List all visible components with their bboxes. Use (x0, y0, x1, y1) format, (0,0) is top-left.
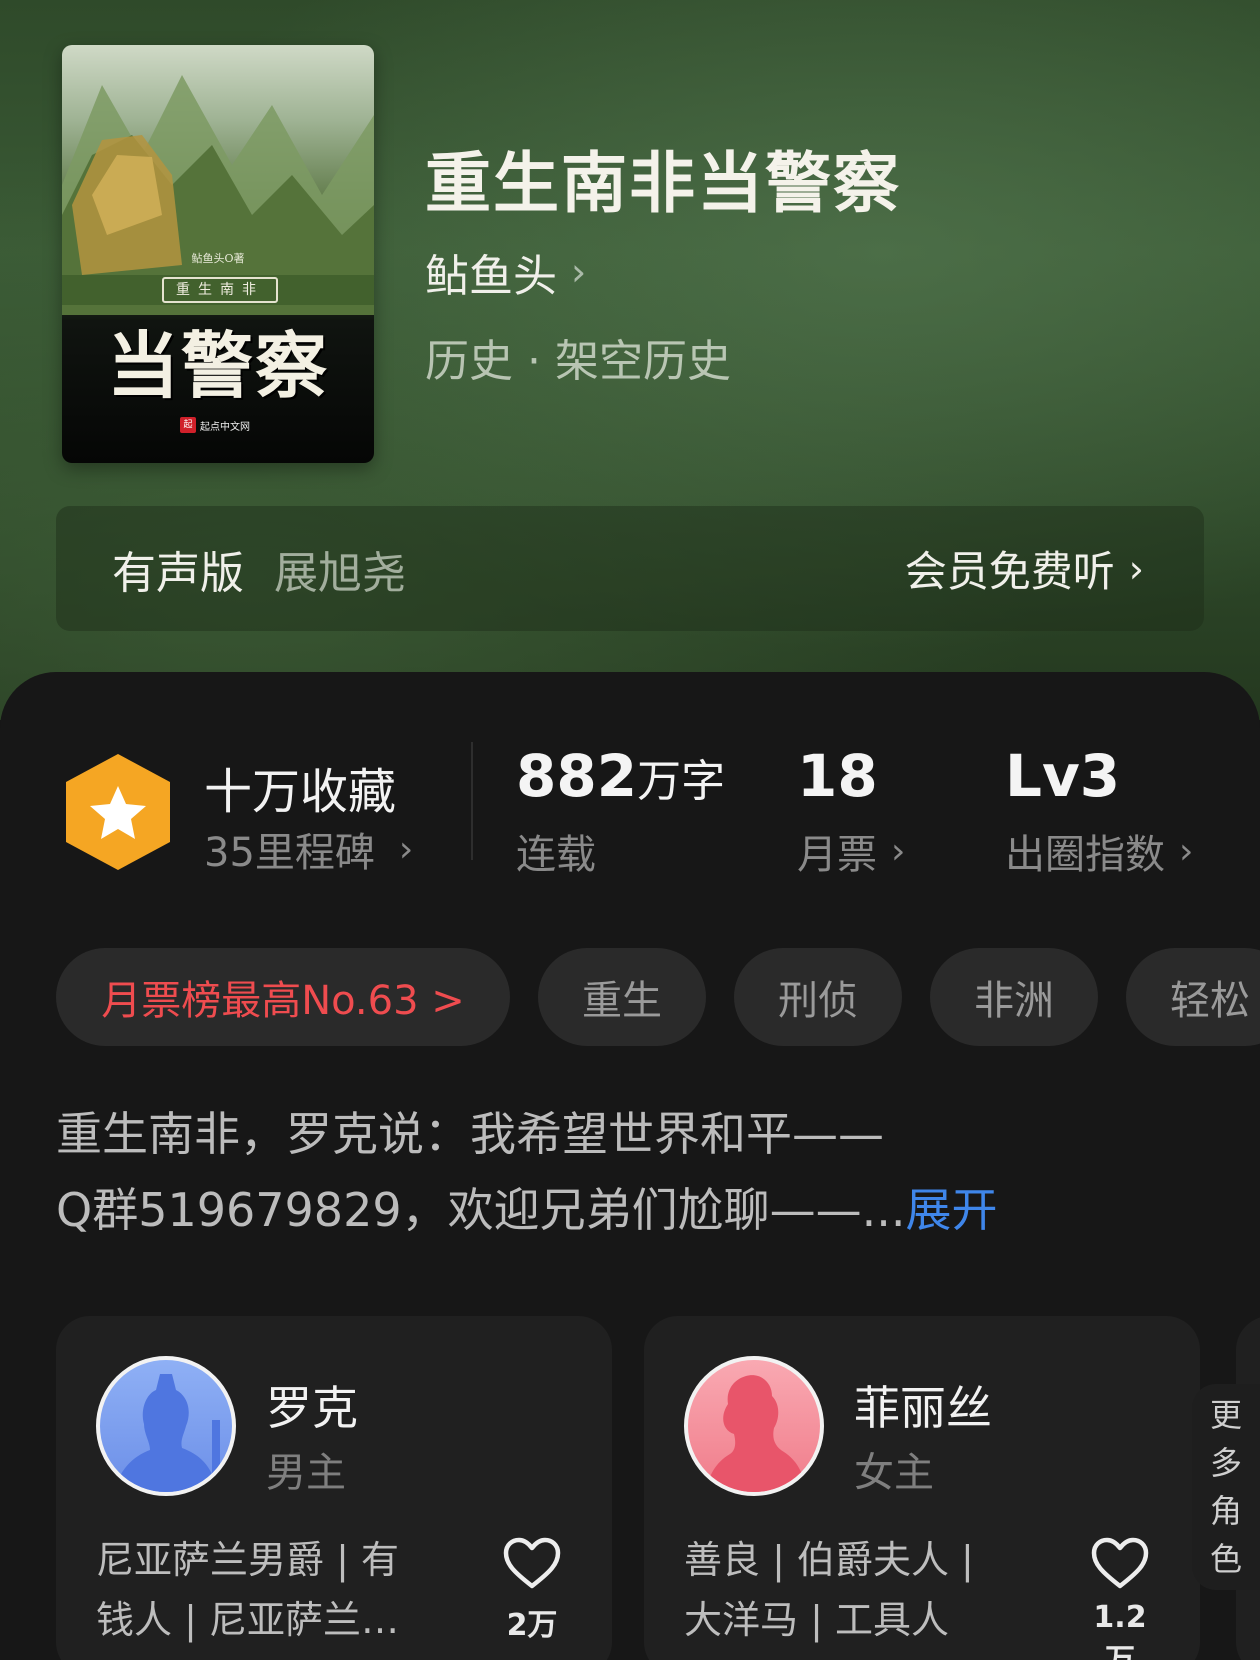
female-silhouette-icon (706, 1375, 806, 1492)
more-characters-char: 更 (1209, 1396, 1242, 1434)
publisher-name: 起点中文网 (200, 421, 250, 433)
character-name: 菲丽丝 (854, 1381, 992, 1435)
monthly-rank-tag[interactable]: 月票榜最高No.63 > (56, 948, 510, 1046)
audio-label: 有声版 (112, 547, 244, 599)
stats-divider (471, 742, 473, 860)
character-tags: 尼亚萨兰男爵 | 有 钱人 | 尼亚萨兰… (96, 1530, 436, 1650)
word-count-unit: 万字 (637, 756, 726, 807)
more-characters-char: 多 (1209, 1444, 1242, 1482)
tag-chip[interactable]: 轻松 (1126, 948, 1260, 1046)
book-detail-page: 鲇鱼头O著 重生南非 当警察 起 起点中文网 重生南非当警察 鲇鱼头 › 历史 … (0, 0, 1260, 1660)
character-tags-line: 善良 | 伯爵夫人 | (684, 1538, 974, 1582)
like-button[interactable]: 2万 (492, 1536, 572, 1644)
audio-info: 有声版 展旭尧 (112, 537, 406, 601)
star-badge-icon (66, 754, 170, 870)
avatar (684, 1356, 824, 1496)
publisher-logo-icon: 起 (180, 417, 196, 433)
tag-chip[interactable]: 非洲 (930, 948, 1098, 1046)
tag-chip[interactable]: 刑侦 (734, 948, 902, 1046)
like-button[interactable]: 1.2万 (1080, 1536, 1160, 1660)
character-card[interactable]: 菲丽丝 女主 善良 | 伯爵夫人 | 大洋马 | 工具人 1.2万 (644, 1316, 1200, 1660)
hero-header: 鲇鱼头O著 重生南非 当警察 起 起点中文网 重生南非当警察 鲇鱼头 › 历史 … (0, 0, 1260, 720)
like-count: 2万 (506, 1608, 558, 1643)
tag-chip[interactable]: 重生 (538, 948, 706, 1046)
listen-free-button[interactable]: 会员免费听 › (905, 538, 1144, 599)
description-line: Q群519679829，欢迎兄弟们尬聊——...展开 (56, 1172, 1216, 1248)
word-count-value: 882 (516, 742, 638, 810)
more-characters-button[interactable]: 更 多 角 色 (1192, 1384, 1260, 1590)
heart-icon (503, 1537, 561, 1589)
like-count: 1.2万 (1093, 1600, 1147, 1660)
chevron-right-icon: › (1179, 830, 1194, 872)
collect-title: 十万收藏 (204, 764, 397, 820)
more-characters-char: 色 (1209, 1540, 1242, 1578)
character-tags-line: 大洋马 | 工具人 (684, 1598, 949, 1642)
chevron-right-icon: › (398, 828, 414, 870)
character-tags-line: 尼亚萨兰男爵 | 有 (96, 1538, 399, 1582)
character-name: 罗克 (266, 1381, 358, 1435)
character-tags: 善良 | 伯爵夫人 | 大洋马 | 工具人 (684, 1530, 1024, 1650)
audio-narrator: 展旭尧 (274, 547, 406, 599)
chevron-right-icon: › (891, 830, 906, 872)
audio-version-bar[interactable]: 有声版 展旭尧 会员免费听 › (56, 506, 1204, 631)
description-line: 重生南非，罗克说：我希望世界和平—— (56, 1107, 884, 1161)
author-name: 鲇鱼头 (425, 251, 557, 302)
milestone-link[interactable]: 35里程碑 › (204, 820, 413, 878)
word-count-stat: 882万字 连载 (516, 742, 725, 880)
author-link[interactable]: 鲇鱼头 › (425, 240, 586, 304)
cover-author-mark: 鲇鱼头O著 (191, 252, 245, 265)
description-line-text: Q群519679829，欢迎兄弟们尬聊——... (56, 1183, 906, 1237)
cover-publisher: 起 起点中文网 (180, 417, 250, 433)
stats-row: 十万收藏 35里程碑 › 882万字 连载 18 月票 › Lv3 出圈指数 › (0, 722, 1260, 882)
monthly-votes-label: 月票 (797, 832, 877, 878)
character-card[interactable]: 罗克 男主 尼亚萨兰男爵 | 有 钱人 | 尼亚萨兰… 2万 (56, 1316, 612, 1660)
influence-stat[interactable]: Lv3 出圈指数 › (1005, 742, 1193, 880)
book-title: 重生南非当警察 (425, 144, 901, 222)
chevron-right-icon: › (1128, 546, 1144, 591)
book-genre: 历史 · 架空历史 (425, 336, 731, 387)
character-role: 男主 (266, 1450, 346, 1496)
avatar (96, 1356, 236, 1496)
character-role: 女主 (854, 1450, 934, 1496)
character-tags-line: 钱人 | 尼亚萨兰… (96, 1598, 399, 1642)
milestone-label: 35里程碑 (204, 830, 375, 876)
chevron-right-icon: › (571, 250, 587, 294)
influence-label: 出圈指数 (1005, 832, 1165, 878)
more-characters-char: 角 (1209, 1492, 1242, 1530)
heart-icon (1091, 1537, 1149, 1589)
tag-row: 月票榜最高No.63 > 重生 刑侦 非洲 轻松 (56, 948, 1260, 1046)
listen-free-label: 会员免费听 (904, 547, 1115, 596)
male-silhouette-icon (114, 1374, 220, 1492)
cover-main-title: 当警察 (106, 323, 329, 408)
serial-status: 连载 (516, 832, 596, 878)
book-cover[interactable]: 鲇鱼头O著 重生南非 当警察 起 起点中文网 (62, 45, 374, 463)
influence-value: Lv3 (1005, 742, 1121, 810)
expand-link[interactable]: 展开 (905, 1183, 997, 1237)
cover-subtitle: 重生南非 (162, 277, 278, 303)
monthly-votes-value: 18 (797, 742, 878, 810)
monthly-votes-stat[interactable]: 18 月票 › (797, 742, 905, 880)
book-description[interactable]: 重生南非，罗克说：我希望世界和平—— Q群519679829，欢迎兄弟们尬聊——… (56, 1096, 1216, 1248)
